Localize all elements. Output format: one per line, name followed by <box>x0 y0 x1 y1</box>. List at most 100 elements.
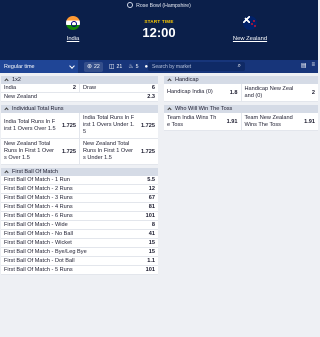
selection-name: First Ball Of Match - No Ball <box>4 230 74 237</box>
odds-value: 15 <box>148 249 155 255</box>
market-row: First Ball Of Match - Dot Ball 1.1 <box>1 257 158 266</box>
selection-first-ball[interactable]: First Ball Of Match - 1 Run 5.5 <box>1 176 158 184</box>
selection-name: First Ball Of Match - 5 Runs <box>4 266 73 273</box>
selection-toss-india[interactable]: Team India Wins Th e Toss 1.91 <box>164 113 242 130</box>
selection-first-ball[interactable]: First Ball Of Match - Wide 8 <box>1 221 158 229</box>
selection-first-ball[interactable]: First Ball Of Match - Bye/Leg Bye 15 <box>1 248 158 256</box>
selection-first-ball[interactable]: First Ball Of Match - 2 Runs 12 <box>1 185 158 193</box>
selection-name: First Ball Of Match - Wicket <box>4 239 72 246</box>
category-count: 21 <box>116 63 123 70</box>
selection-first-ball[interactable]: First Ball Of Match - Wicket 15 <box>1 239 158 247</box>
selection-name: First Ball Of Match - 2 Runs <box>4 185 73 192</box>
selection-new-zealand[interactable]: New Zealand 2.3 <box>1 93 158 101</box>
odds-value: 5.5 <box>147 177 155 183</box>
market-header-handicap[interactable]: Handicap <box>164 76 318 84</box>
market-row: First Ball Of Match - 3 Runs 67 <box>1 194 158 203</box>
selection-name: First Ball Of Match - 3 Runs <box>4 194 73 201</box>
odds-value: 1.725 <box>62 148 76 155</box>
selection-first-ball[interactable]: First Ball Of Match - Dot Ball 1.1 <box>1 257 158 265</box>
market-row: Handicap India (0) 1.8 Handicap New Zeal … <box>164 84 318 102</box>
regular-time-label: Regular time <box>4 63 35 70</box>
market-title: Who Will Win The Toss <box>175 106 233 112</box>
selection-handicap-nz[interactable]: Handicap New Zeal and (0) 2 <box>242 84 319 101</box>
odds-value: 8 <box>151 222 155 228</box>
selection-name: First Ball Of Match - 6 Runs <box>4 212 73 219</box>
all-markets-icon: ⊛ <box>87 63 93 70</box>
selection-first-ball[interactable]: First Ball Of Match - 5 Runs 101 <box>1 266 158 274</box>
market-title: 1x2 <box>12 77 22 83</box>
market-header-individual-total-runs[interactable]: Individual Total Runs <box>1 105 158 113</box>
market-row: New Zealand 2.3 <box>1 93 158 102</box>
selection-name: Team India Wins Th e Toss <box>167 114 217 128</box>
market-row: Team India Wins Th e Toss 1.91 Team New Z… <box>164 113 318 131</box>
odds-value: 41 <box>148 231 155 237</box>
odds-value: 101 <box>145 213 155 219</box>
selection-first-ball[interactable]: First Ball Of Match - 3 Runs 67 <box>1 194 158 202</box>
selection-india-over[interactable]: India Total Runs In F irst 1 Overs Over … <box>1 113 80 138</box>
selection-nz-under[interactable]: New Zealand Total Runs In First 1 Over s… <box>80 139 158 164</box>
team-away[interactable]: New Zealand <box>225 16 275 42</box>
match-header: Rose Bowl (Hampshire) India START TIME 1… <box>0 0 318 60</box>
odds-value: 12 <box>148 186 155 192</box>
regular-time-dropdown[interactable]: Regular time <box>0 60 78 73</box>
selection-name: First Ball Of Match - Bye/Leg Bye <box>4 248 87 255</box>
market-title: Handicap <box>175 77 199 83</box>
selection-first-ball[interactable]: First Ball Of Match - No Ball 41 <box>1 230 158 238</box>
chevron-up-icon <box>4 78 9 83</box>
search-placeholder: Search by market <box>152 64 192 70</box>
odds-value: 1.725 <box>141 148 155 155</box>
new-zealand-flag-icon <box>243 16 257 30</box>
selection-india-under[interactable]: India Total Runs In F irst 1 Overs Under… <box>80 113 158 138</box>
odds-value: 1.1 <box>147 258 155 264</box>
market-header-toss[interactable]: Who Will Win The Toss <box>164 105 318 113</box>
market-header-1x2[interactable]: 1x2 <box>1 76 158 84</box>
venue: Rose Bowl (Hampshire) <box>0 2 318 9</box>
selection-name: Draw <box>83 84 97 91</box>
collapse-all-icon[interactable]: ≡ <box>311 62 315 69</box>
odds-value: 1.725 <box>141 122 155 129</box>
selection-name: First Ball Of Match - Wide <box>4 221 68 228</box>
market-row: First Ball Of Match - 2 Runs 12 <box>1 185 158 194</box>
odds-value: 15 <box>148 240 155 246</box>
odds-value: 1.91 <box>226 118 238 125</box>
selection-nz-over[interactable]: New Zealand Total Runs In First 1 Over s… <box>1 139 80 164</box>
toolbar-actions: ▤ ≡ <box>301 62 315 69</box>
venue-name: Rose Bowl (Hampshire) <box>136 3 191 9</box>
first-ball-list: First Ball Of Match - 1 Run 5.5 First Ball… <box>1 176 158 275</box>
odds-value: 81 <box>148 204 155 210</box>
market-title: Individual Total Runs <box>12 106 64 112</box>
category-all[interactable]: ⊛ 22 <box>84 61 103 72</box>
market-row: First Ball Of Match - 5 Runs 101 <box>1 266 158 275</box>
selection-name: Team New Zealand Wins The Toss <box>244 114 293 128</box>
selection-name: India <box>4 84 17 91</box>
search-icon[interactable]: ⌕ <box>238 63 241 70</box>
odds-value: 1.8 <box>229 89 238 96</box>
market-row: First Ball Of Match - Wicket 15 <box>1 239 158 248</box>
selection-first-ball[interactable]: First Ball Of Match - 4 Runs 81 <box>1 203 158 211</box>
market-header-first-ball[interactable]: First Ball Of Match <box>1 168 158 176</box>
category-stats[interactable]: ◫ 21 <box>109 64 122 70</box>
selection-name: New Zealand Total Runs In First 1 Over s… <box>4 141 55 161</box>
search-input[interactable]: Search by market ⌕ <box>148 62 245 71</box>
markets-left-column: 1x2 India 2 Draw 6 New Zealand 2.3 Individu… <box>1 76 158 275</box>
market-title: First Ball Of Match <box>12 169 59 175</box>
selection-name: First Ball Of Match - 4 Runs <box>4 203 73 210</box>
layout-toggle-icon[interactable]: ▤ <box>301 62 307 69</box>
selection-name: New Zealand <box>4 93 37 100</box>
fire-icon: ♨ <box>128 63 134 70</box>
category-popular[interactable]: ♨ 5 <box>128 64 138 70</box>
team-away-name[interactable]: New Zealand <box>225 36 275 42</box>
odds-value: 2 <box>311 89 315 96</box>
odds-value: 1.725 <box>62 122 76 129</box>
market-row: New Zealand Total Runs In First 1 Over s… <box>1 139 158 165</box>
market-row: First Ball Of Match - No Ball 41 <box>1 230 158 239</box>
stadium-icon <box>127 2 134 8</box>
selection-name: First Ball Of Match - 1 Run <box>4 176 70 183</box>
selection-draw[interactable]: Draw 6 <box>80 84 158 92</box>
selection-india[interactable]: India 2 <box>1 84 80 92</box>
selection-name: New Zealand Total Runs In First 1 Over s… <box>83 141 134 161</box>
selection-toss-nz[interactable]: Team New Zealand Wins The Toss 1.91 <box>242 113 319 130</box>
chevron-down-icon <box>69 62 75 69</box>
selection-first-ball[interactable]: First Ball Of Match - 6 Runs 101 <box>1 212 158 220</box>
selection-handicap-india[interactable]: Handicap India (0) 1.8 <box>164 84 242 101</box>
